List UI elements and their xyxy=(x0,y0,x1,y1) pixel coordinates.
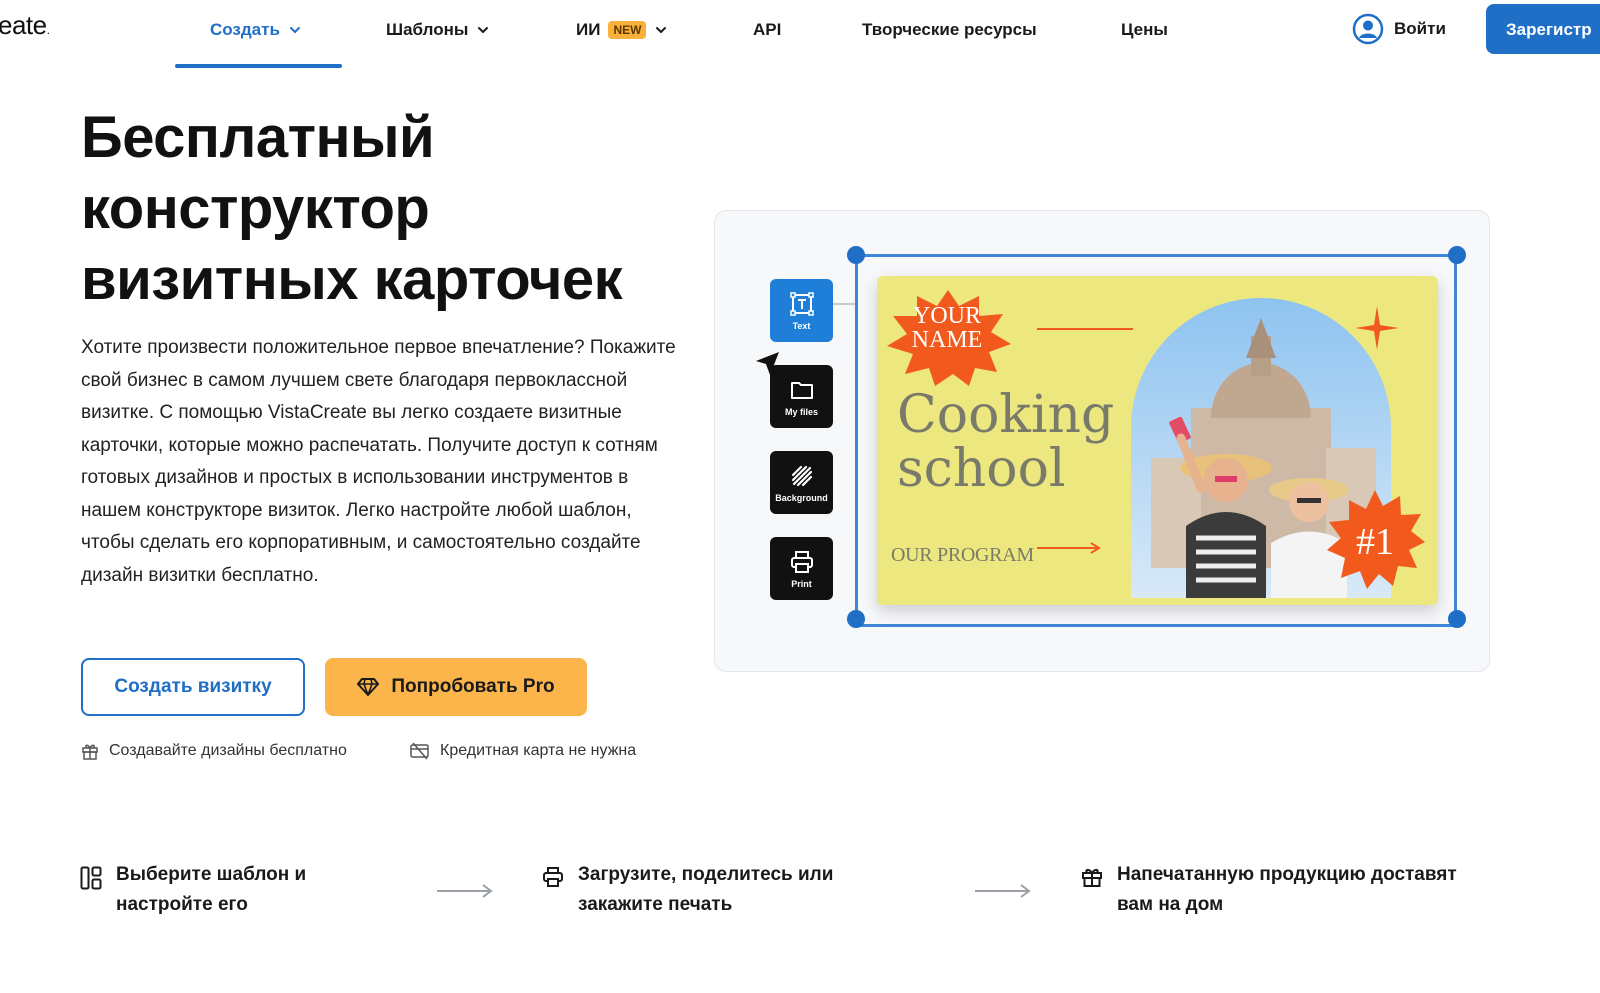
step-line: Выберите шаблон и xyxy=(116,864,307,885)
try-pro-label: Попробовать Pro xyxy=(391,676,555,697)
chevron-down-icon xyxy=(289,27,300,34)
nav-api-label: API xyxy=(753,20,782,39)
layout-icon xyxy=(80,866,102,890)
try-pro-button[interactable]: Попробовать Pro xyxy=(325,658,587,716)
step-line: закажите печать xyxy=(578,894,733,915)
card-name: YOUR NAME xyxy=(911,303,983,353)
create-card-button[interactable]: Создать визитку xyxy=(81,658,305,716)
nav-creative-resources-label: Творческие ресурсы xyxy=(862,20,1037,39)
tool-print[interactable]: Print xyxy=(770,537,833,600)
title-line: конструктор xyxy=(81,176,430,241)
step-line: Загрузите, поделитесь или xyxy=(578,864,834,885)
orange-line xyxy=(1037,328,1133,330)
resize-handle-bottom-right[interactable] xyxy=(1448,610,1466,628)
chevron-down-icon xyxy=(478,27,489,34)
printer-icon xyxy=(543,867,563,887)
perk-free-label: Создавайте дизайны бесплатно xyxy=(109,742,347,759)
tool-print-label: Print xyxy=(791,578,812,589)
login-button[interactable]: Войти xyxy=(1352,13,1446,45)
nav-ai[interactable]: ИИ NEW xyxy=(576,18,668,42)
folder-icon xyxy=(790,381,813,399)
gift-icon xyxy=(82,744,98,760)
tool-text[interactable]: Text xyxy=(770,279,833,342)
arrow-right-icon xyxy=(1037,542,1101,554)
card-program: OUR PROGRAM xyxy=(891,544,1034,566)
signup-button[interactable]: Зарегистр xyxy=(1486,4,1600,54)
top-navigation: eate. Создать Шаблоны ИИ NEW API Творчес… xyxy=(0,0,1600,68)
diamond-icon xyxy=(357,678,380,696)
title-line: визитных карточек xyxy=(81,247,623,312)
user-account-icon xyxy=(1352,13,1384,45)
step-line: вам на дом xyxy=(1117,894,1224,915)
card-badge: #1 xyxy=(1356,521,1394,563)
active-tab-indicator xyxy=(175,64,342,68)
nav-creative-resources[interactable]: Творческие ресурсы xyxy=(862,18,1037,42)
step-choose-template: Выберите шаблон и настройте его xyxy=(80,860,306,920)
editor-preview: Text My files Background Print YOUR NAME… xyxy=(714,210,1490,672)
gift-icon xyxy=(1082,868,1102,887)
perk-no-card-label: Кредитная карта не нужна xyxy=(440,742,637,759)
nav-templates-label: Шаблоны xyxy=(386,20,469,39)
tool-background-label: Background xyxy=(775,492,828,503)
background-pattern-icon xyxy=(791,465,812,486)
nav-pricing[interactable]: Цены xyxy=(1121,18,1168,42)
logo[interactable]: eate. xyxy=(0,10,50,41)
step-line: настройте его xyxy=(116,894,248,915)
business-card-preview: YOUR NAME Cooking school OUR PROGRAM #1 xyxy=(877,276,1438,605)
new-badge: NEW xyxy=(608,21,647,39)
step-line: Напечатанную продукцию доставят xyxy=(1117,864,1457,885)
resize-handle-top-right[interactable] xyxy=(1448,246,1466,264)
card-title: Cooking school xyxy=(897,385,1115,499)
resize-handle-top-left[interactable] xyxy=(847,246,865,264)
tool-my-files-label: My files xyxy=(784,406,818,417)
arrow-right-icon xyxy=(975,884,1031,898)
step-upload-share-print: Загрузите, поделитесь или закажите печат… xyxy=(542,860,833,920)
step-home-delivery: Напечатанную продукцию доставят вам на д… xyxy=(1081,860,1457,920)
perk-no-card: Кредитная карта не нужна xyxy=(410,742,636,760)
resize-handle-bottom-left[interactable] xyxy=(847,610,865,628)
page-title: Бесплатный конструктор визитных карточек xyxy=(81,102,701,315)
printer-icon xyxy=(790,550,813,573)
tool-my-files[interactable]: My files xyxy=(770,365,833,428)
nav-create[interactable]: Создать xyxy=(210,18,302,42)
nav-ai-label: ИИ xyxy=(576,20,601,39)
nav-templates[interactable]: Шаблоны xyxy=(386,18,490,42)
no-credit-card-icon xyxy=(410,742,429,760)
arrow-right-icon xyxy=(437,884,493,898)
chevron-down-icon xyxy=(656,27,667,34)
tool-connector xyxy=(833,303,857,305)
title-line: Бесплатный xyxy=(81,105,435,170)
tool-text-label: Text xyxy=(792,320,811,331)
hero-description: Хотите произвести положительное первое в… xyxy=(81,337,676,586)
nav-api[interactable]: API xyxy=(753,18,781,42)
login-label: Войти xyxy=(1394,19,1446,38)
nav-pricing-label: Цены xyxy=(1121,20,1168,39)
text-box-icon xyxy=(789,291,814,316)
tool-background[interactable]: Background xyxy=(770,451,833,514)
perk-free: Создавайте дизайны бесплатно xyxy=(81,742,347,760)
nav-create-label: Создать xyxy=(210,20,280,39)
